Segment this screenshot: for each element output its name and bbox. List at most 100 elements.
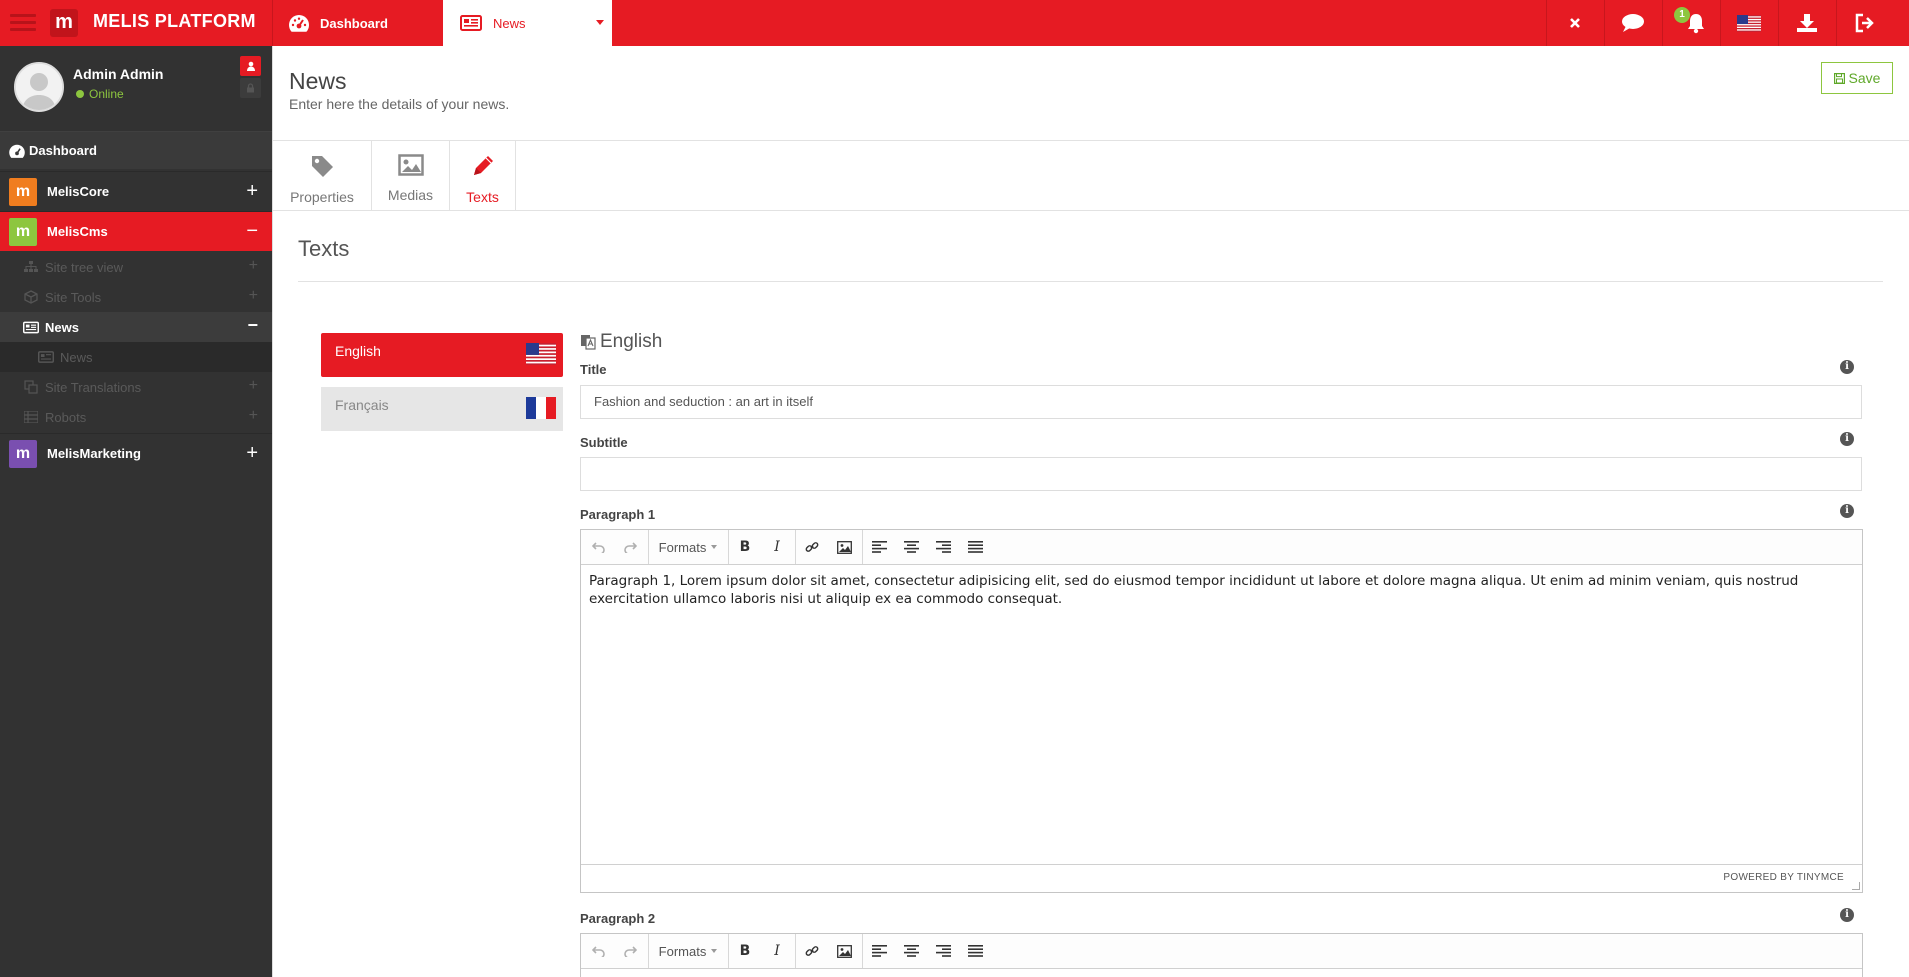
tag-icon (312, 156, 333, 177)
sidebar-item-news[interactable]: News − (0, 312, 272, 342)
sidebar-module-meliscore[interactable]: m MelisCore + (0, 171, 272, 211)
language-tab-francais[interactable]: Français (321, 387, 563, 431)
align-justify-icon[interactable] (962, 934, 988, 968)
paragraph2-label: Paragraph 2 (580, 911, 656, 926)
link-icon[interactable] (799, 934, 825, 968)
title-field[interactable]: Fashion and seduction : an art in itself (580, 385, 1862, 419)
list-icon (23, 411, 39, 423)
melismarketing-logo-icon: m (9, 439, 37, 468)
tab-dashboard-label: Dashboard (320, 15, 388, 31)
sidebar-module-meliscms[interactable]: m MelisCms − (0, 211, 272, 251)
tab-dashboard[interactable]: Dashboard (288, 0, 388, 46)
bold-icon[interactable]: B (732, 530, 758, 564)
formats-dropdown[interactable]: Formats (651, 934, 725, 968)
tab-label: Properties (290, 189, 354, 205)
language-label: English (335, 343, 381, 359)
tab-medias[interactable]: Medias (372, 141, 450, 211)
align-justify-icon[interactable] (962, 530, 988, 564)
tab-properties[interactable]: Properties (273, 141, 372, 211)
align-center-icon[interactable] (898, 934, 924, 968)
align-left-icon[interactable] (866, 530, 892, 564)
tab-texts[interactable]: Texts (450, 141, 516, 211)
form-language-heading: English (580, 331, 662, 353)
us-flag-icon (1737, 14, 1761, 32)
title-label: Title (580, 362, 607, 377)
download-button[interactable] (1778, 0, 1836, 46)
expand-plus-icon[interactable]: + (249, 257, 258, 275)
align-center-icon[interactable] (898, 530, 924, 564)
melis-logo: m (50, 9, 78, 37)
newspaper-icon (38, 351, 54, 363)
formats-dropdown[interactable]: Formats (651, 530, 725, 564)
undo-icon[interactable] (585, 934, 611, 968)
cube-icon (23, 290, 39, 304)
language-tab-english[interactable]: English (321, 333, 563, 377)
close-tabs-button[interactable] (1546, 0, 1604, 46)
italic-icon[interactable]: I (764, 530, 790, 564)
sidebar-item-dashboard[interactable]: Dashboard (0, 131, 272, 169)
sidebar-module-melismarketing[interactable]: m MelisMarketing + (0, 433, 272, 473)
expand-plus-icon[interactable]: + (249, 377, 258, 395)
dashboard-icon (9, 144, 25, 158)
tab-news[interactable]: News (443, 0, 612, 46)
lock-icon (247, 83, 254, 93)
italic-icon[interactable]: I (764, 934, 790, 968)
paragraph2-info-icon[interactable]: i (1840, 908, 1854, 922)
undo-icon[interactable] (585, 530, 611, 564)
notifications-button[interactable]: 1 (1662, 0, 1720, 46)
expand-plus-icon[interactable]: + (246, 443, 258, 463)
lock-button[interactable] (240, 78, 261, 98)
notification-badge: 1 (1674, 7, 1690, 23)
user-profile-button[interactable] (240, 56, 261, 76)
tab-label: Texts (466, 189, 499, 205)
resize-handle-icon[interactable] (1852, 882, 1860, 890)
title-info-icon[interactable]: i (1840, 360, 1854, 374)
tab-dropdown-caret-icon[interactable] (596, 20, 604, 25)
align-left-icon[interactable] (866, 934, 892, 968)
detail-tabs: Properties Medias Texts (273, 140, 1909, 211)
paragraph2-editor[interactable]: Formats B I (580, 933, 1863, 977)
sidebar-item-label: News (45, 319, 79, 335)
sidebar-item-site-tree-view[interactable]: Site tree view + (0, 252, 272, 282)
save-button-label: Save (1848, 70, 1881, 86)
collapse-minus-icon[interactable]: − (246, 221, 258, 241)
subtitle-field[interactable] (580, 457, 1862, 491)
image-icon[interactable] (831, 934, 857, 968)
translate-icon (581, 335, 596, 350)
chat-button[interactable] (1604, 0, 1662, 46)
sidebar-item-site-translations[interactable]: Site Translations + (0, 372, 272, 402)
bold-icon[interactable]: B (732, 934, 758, 968)
paragraph1-editor[interactable]: Formats B I Paragraph 1, Lorem ipsum dol… (580, 529, 1863, 893)
image-icon[interactable] (831, 530, 857, 564)
user-status-label: Online (89, 87, 124, 101)
subtitle-label: Subtitle (580, 435, 628, 450)
avatar[interactable] (14, 62, 64, 112)
sidebar: Admin Admin Online Dashboard m MelisCore… (0, 46, 272, 977)
redo-icon[interactable] (617, 530, 643, 564)
sidebar-item-label: Site tree view (45, 259, 124, 275)
sidebar-item-site-tools[interactable]: Site Tools + (0, 282, 272, 312)
paragraph1-content[interactable]: Paragraph 1, Lorem ipsum dolor sit amet,… (581, 565, 1862, 615)
align-right-icon[interactable] (930, 530, 956, 564)
redo-icon[interactable] (617, 934, 643, 968)
collapse-minus-icon[interactable]: − (247, 315, 258, 336)
expand-plus-icon[interactable]: + (249, 407, 258, 425)
language-button[interactable] (1720, 0, 1778, 46)
hamburger-menu-icon[interactable] (10, 14, 36, 32)
subtitle-info-icon[interactable]: i (1840, 432, 1854, 446)
editor-powered-by[interactable]: POWERED BY TINYMCE (1723, 872, 1844, 883)
fr-flag-icon (526, 397, 556, 419)
save-button[interactable]: Save (1821, 62, 1893, 94)
sitemap-icon (23, 261, 39, 273)
sidebar-item-robots[interactable]: Robots + (0, 402, 272, 432)
expand-plus-icon[interactable]: + (246, 181, 258, 201)
newspaper-icon (460, 15, 482, 31)
sidebar-item-dashboard-label: Dashboard (29, 143, 97, 158)
logout-button[interactable] (1836, 0, 1894, 46)
align-right-icon[interactable] (930, 934, 956, 968)
sidebar-subitem-news[interactable]: News (0, 342, 272, 372)
paragraph1-info-icon[interactable]: i (1840, 504, 1854, 518)
main-content: News Enter here the details of your news… (272, 46, 1909, 977)
link-icon[interactable] (799, 530, 825, 564)
expand-plus-icon[interactable]: + (249, 287, 258, 305)
